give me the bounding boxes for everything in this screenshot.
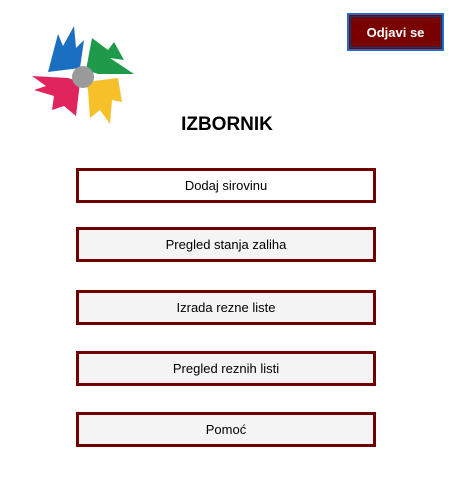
- stock-overview-button[interactable]: Pregled stanja zaliha: [76, 227, 376, 262]
- cut-lists-overview-button[interactable]: Pregled reznih listi: [76, 351, 376, 386]
- page-title: IZBORNIK: [0, 114, 456, 136]
- help-button[interactable]: Pomoć: [76, 412, 376, 447]
- menu-title-text: IZBORNIK: [181, 114, 273, 135]
- add-material-button[interactable]: Dodaj sirovinu: [76, 168, 376, 203]
- logout-button[interactable]: Odjavi se: [347, 13, 444, 51]
- create-cut-list-button[interactable]: Izrada rezne liste: [76, 290, 376, 325]
